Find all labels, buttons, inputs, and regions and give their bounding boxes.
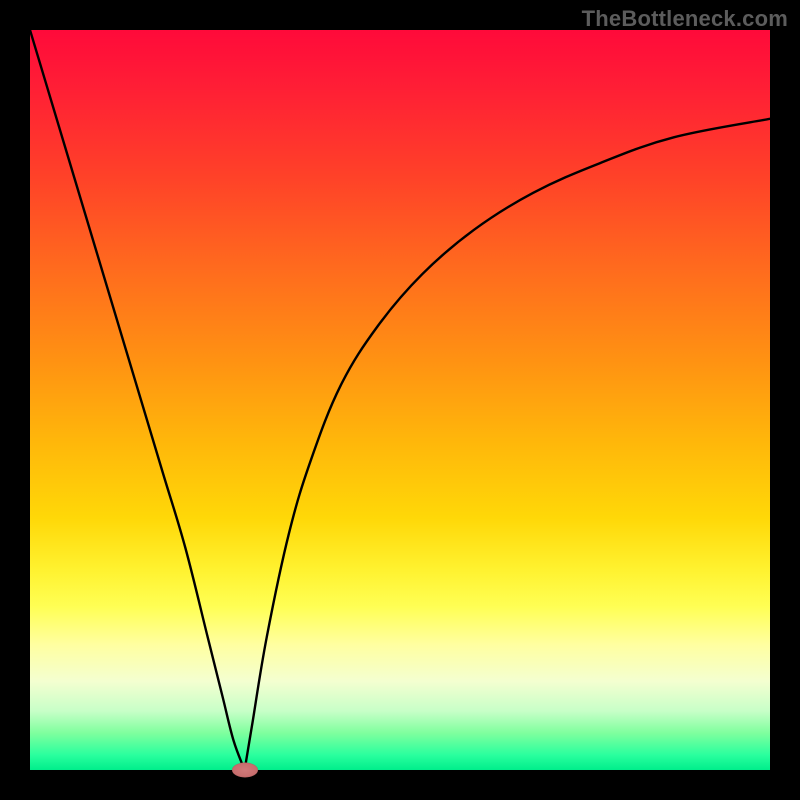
bottleneck-curve <box>30 30 770 770</box>
attribution-text: TheBottleneck.com <box>582 6 788 32</box>
plot-area <box>30 30 770 770</box>
chart-frame: TheBottleneck.com <box>0 0 800 800</box>
vertex-marker <box>232 763 258 778</box>
